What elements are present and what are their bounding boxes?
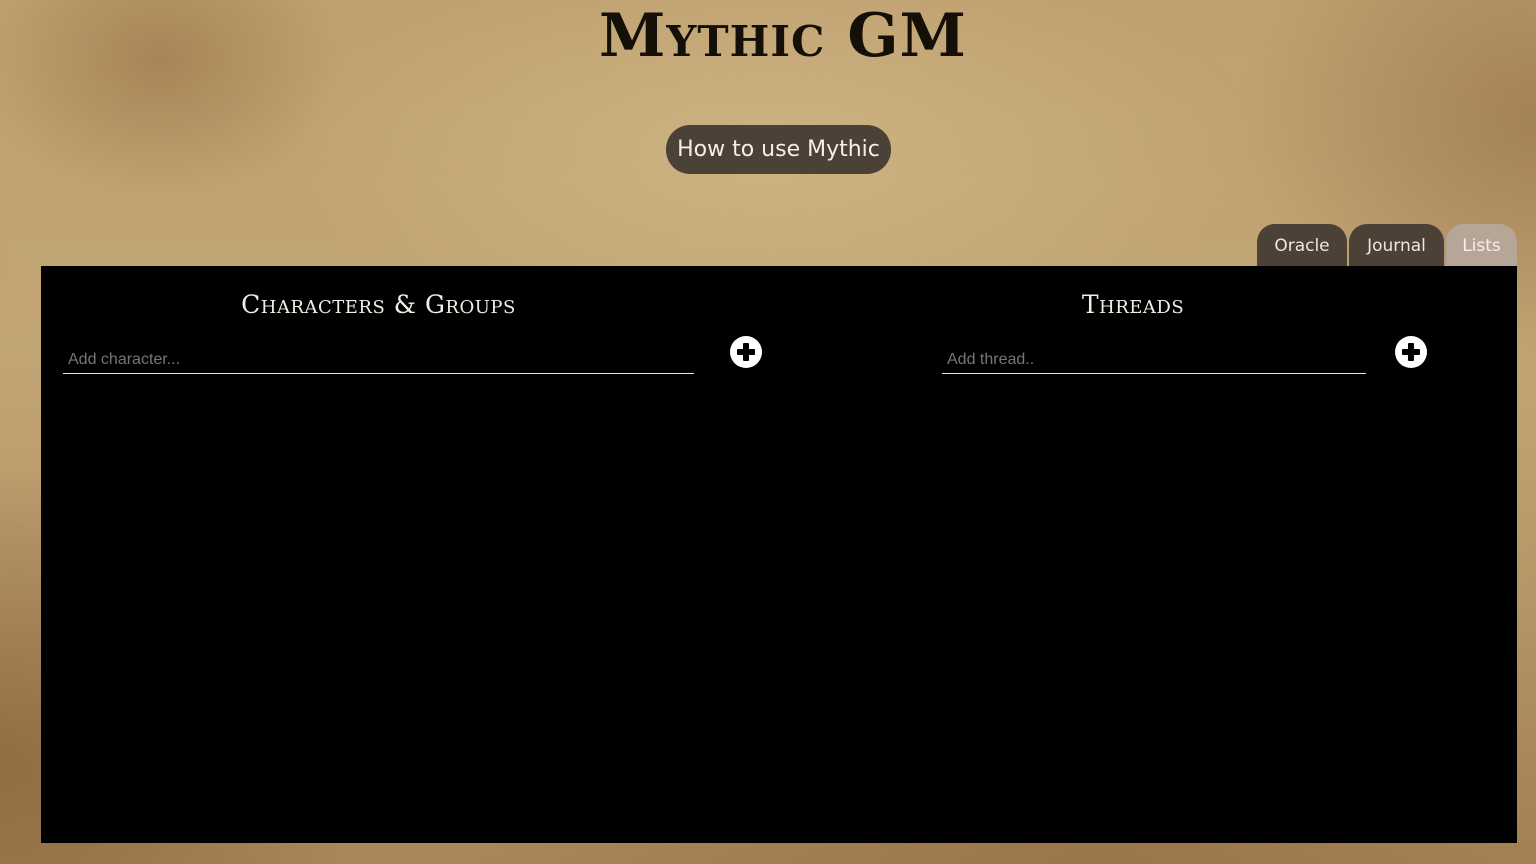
add-thread-input[interactable] bbox=[942, 346, 1366, 374]
tab-lists[interactable]: Lists bbox=[1446, 224, 1517, 266]
add-character-button[interactable] bbox=[730, 336, 762, 368]
threads-heading: Threads bbox=[1081, 290, 1185, 319]
tab-journal[interactable]: Journal bbox=[1349, 224, 1444, 266]
page-title: Mythic GM bbox=[599, 1, 967, 71]
lists-panel: Characters & Groups Threads bbox=[41, 266, 1517, 843]
how-to-use-button[interactable]: How to use Mythic bbox=[666, 125, 891, 174]
tab-oracle[interactable]: Oracle bbox=[1257, 224, 1347, 266]
add-character-input[interactable] bbox=[63, 346, 694, 374]
characters-groups-heading: Characters & Groups bbox=[241, 290, 516, 319]
add-thread-button[interactable] bbox=[1395, 336, 1427, 368]
